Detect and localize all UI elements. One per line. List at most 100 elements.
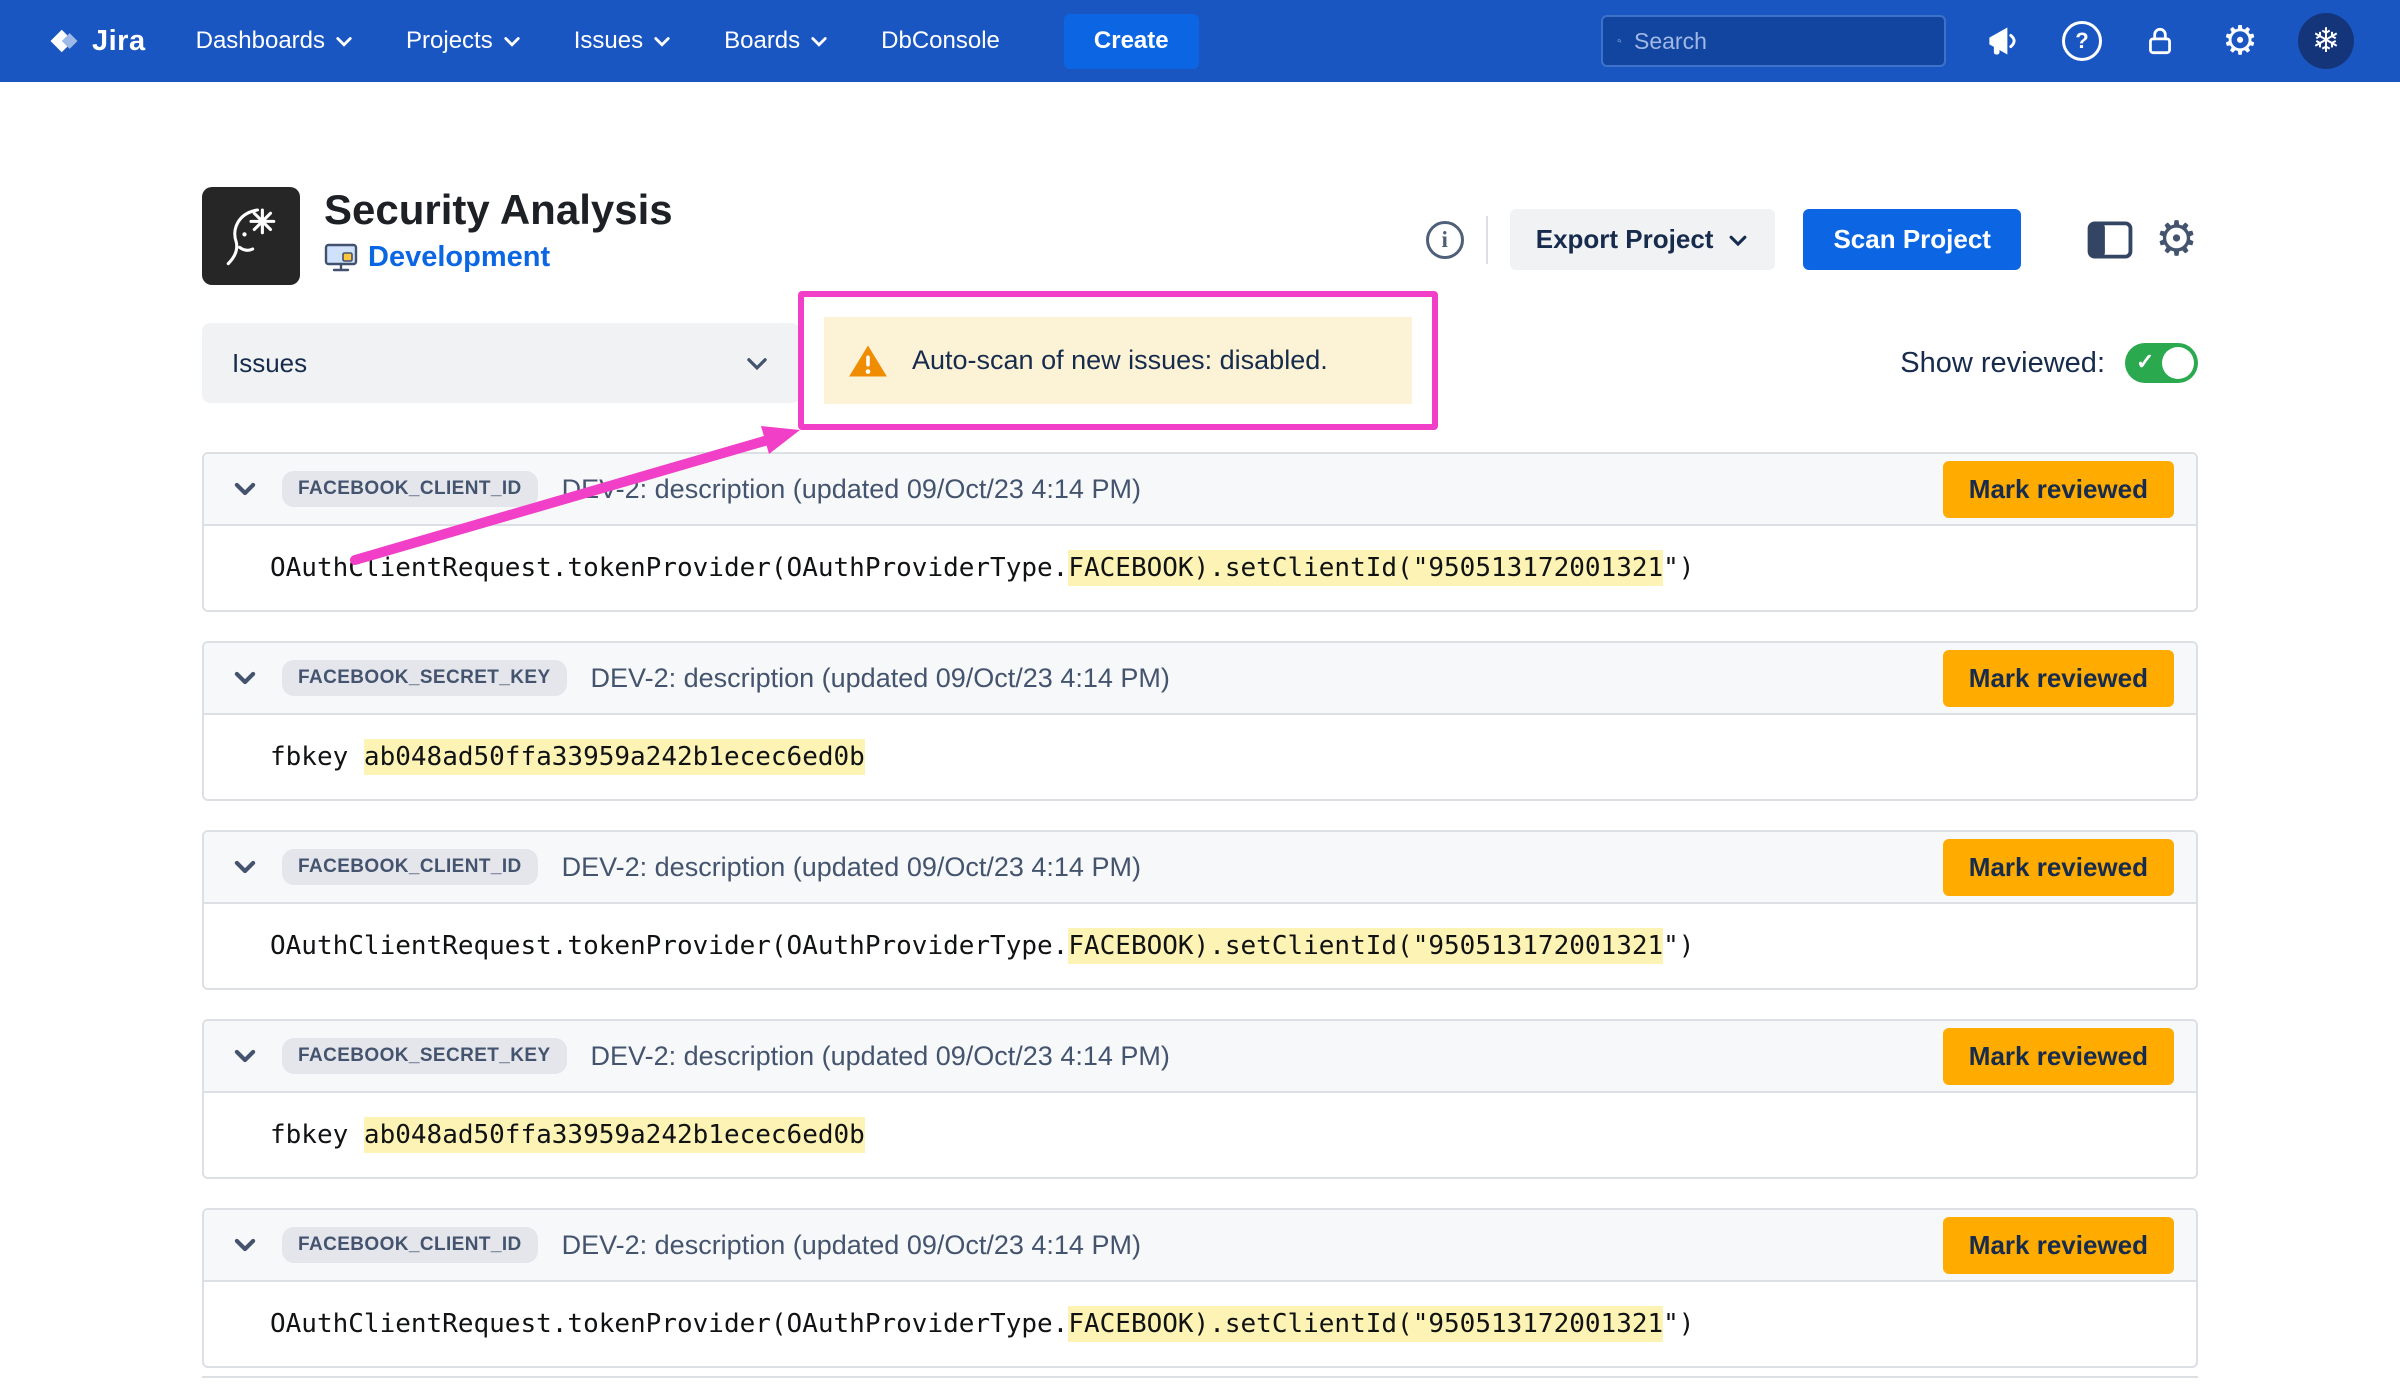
create-button[interactable]: Create bbox=[1064, 14, 1199, 69]
issues-select-value: Issues bbox=[232, 348, 307, 379]
main-menu: Dashboards Projects Issues Boards DbCons… bbox=[196, 27, 1000, 55]
nav-item-dashboards[interactable]: Dashboards bbox=[196, 27, 354, 55]
layout-panel-icon bbox=[2087, 220, 2133, 260]
project-link[interactable]: Development bbox=[368, 241, 550, 274]
issue-card-header: FACEBOOK_CLIENT_ID DEV-2: description (u… bbox=[204, 1210, 2196, 1282]
info-glyph: i bbox=[1442, 227, 1448, 253]
secret-highlight: FACEBOOK).setClientId("950513172001321 bbox=[1068, 1306, 1663, 1342]
announcements-icon[interactable] bbox=[1982, 19, 2026, 63]
search-input[interactable] bbox=[1634, 28, 1930, 55]
collapse-chevron-icon[interactable] bbox=[232, 1043, 258, 1069]
project-header: Security Analysis Development i Export P… bbox=[202, 187, 2198, 285]
issue-card-body: fbkey ab048ad50ffa33959a242b1ecec6ed0b bbox=[204, 715, 2196, 799]
issue-card-body: OAuthClientRequest.tokenProvider(OAuthPr… bbox=[204, 904, 2196, 988]
mark-reviewed-button[interactable]: Mark reviewed bbox=[1943, 1217, 2174, 1274]
collapse-chevron-icon[interactable] bbox=[232, 1232, 258, 1258]
board-settings-gear-icon[interactable]: ⚙ bbox=[2155, 216, 2198, 264]
side-panel-toggle-button[interactable] bbox=[2087, 220, 2133, 260]
issue-card-body: OAuthClientRequest.tokenProvider(OAuthPr… bbox=[204, 526, 2196, 610]
toggle-knob bbox=[2162, 347, 2194, 379]
code-suffix: ") bbox=[1663, 1309, 1694, 1339]
nav-item-label: Projects bbox=[406, 27, 493, 55]
search-box[interactable] bbox=[1601, 15, 1946, 67]
filter-row: Issues Auto-scan of new issues: disabled… bbox=[202, 323, 2198, 403]
issue-list: FACEBOOK_CLIENT_ID DEV-2: description (u… bbox=[202, 452, 2198, 1368]
issue-card-header: FACEBOOK_CLIENT_ID DEV-2: description (u… bbox=[204, 832, 2196, 904]
issue-title: DEV-2: description (updated 09/Oct/23 4:… bbox=[562, 474, 1141, 505]
lock-icon[interactable] bbox=[2138, 19, 2182, 63]
issue-type-badge: FACEBOOK_CLIENT_ID bbox=[282, 849, 538, 885]
collapse-chevron-icon[interactable] bbox=[232, 665, 258, 691]
secret-highlight: ab048ad50ffa33959a242b1ecec6ed0b bbox=[364, 739, 865, 775]
jira-home-link[interactable]: Jira bbox=[46, 23, 146, 59]
annotation-highlight-box: Auto-scan of new issues: disabled. bbox=[798, 291, 1438, 430]
issue-title: DEV-2: description (updated 09/Oct/23 4:… bbox=[591, 1041, 1170, 1072]
nav-item-projects[interactable]: Projects bbox=[406, 27, 522, 55]
question-glyph: ? bbox=[2075, 28, 2088, 54]
top-navigation: Jira Dashboards Projects Issues Boards D… bbox=[0, 0, 2400, 82]
issue-type-badge: FACEBOOK_SECRET_KEY bbox=[282, 1038, 567, 1074]
title-block: Security Analysis Development bbox=[324, 187, 673, 274]
chevron-down-icon bbox=[334, 31, 354, 51]
brand-text: Jira bbox=[92, 25, 146, 58]
secret-highlight: FACEBOOK).setClientId("950513172001321 bbox=[1068, 928, 1663, 964]
code-prefix: OAuthClientRequest.tokenProvider(OAuthPr… bbox=[270, 1309, 1068, 1339]
code-prefix: OAuthClientRequest.tokenProvider(OAuthPr… bbox=[270, 931, 1068, 961]
issue-type-badge: FACEBOOK_CLIENT_ID bbox=[282, 471, 538, 507]
show-reviewed-control: Show reviewed: ✓ bbox=[1900, 343, 2198, 383]
nav-item-dbconsole[interactable]: DbConsole bbox=[881, 27, 1000, 55]
chevron-down-icon bbox=[652, 31, 672, 51]
issue-card: FACEBOOK_CLIENT_ID DEV-2: description (u… bbox=[202, 452, 2198, 612]
help-icon[interactable]: ? bbox=[2062, 21, 2102, 61]
nav-item-label: Dashboards bbox=[196, 27, 325, 55]
warning-icon bbox=[848, 343, 888, 379]
gear-glyph: ⚙ bbox=[2155, 216, 2198, 264]
project-link-row: Development bbox=[324, 241, 673, 274]
divider bbox=[1486, 216, 1488, 264]
nav-item-issues[interactable]: Issues bbox=[574, 27, 672, 55]
secret-code-line: fbkey ab048ad50ffa33959a242b1ecec6ed0b bbox=[270, 1120, 865, 1150]
collapse-chevron-icon[interactable] bbox=[232, 476, 258, 502]
issue-card: FACEBOOK_SECRET_KEY DEV-2: description (… bbox=[202, 1019, 2198, 1179]
show-reviewed-label: Show reviewed: bbox=[1900, 347, 2105, 380]
user-avatar[interactable]: ❄ bbox=[2298, 13, 2354, 69]
code-suffix: ") bbox=[1663, 931, 1694, 961]
collapse-chevron-icon[interactable] bbox=[232, 854, 258, 880]
page: Jira Dashboards Projects Issues Boards D… bbox=[0, 0, 2400, 1394]
project-category-icon bbox=[324, 243, 358, 273]
nav-item-boards[interactable]: Boards bbox=[724, 27, 829, 55]
export-label: Export Project bbox=[1536, 224, 1714, 255]
secret-highlight: ab048ad50ffa33959a242b1ecec6ed0b bbox=[364, 1117, 865, 1153]
issue-card-body: fbkey ab048ad50ffa33959a242b1ecec6ed0b bbox=[204, 1093, 2196, 1177]
page-title: Security Analysis bbox=[324, 187, 673, 233]
issue-card: FACEBOOK_SECRET_KEY DEV-2: description (… bbox=[202, 641, 2198, 801]
mark-reviewed-button[interactable]: Mark reviewed bbox=[1943, 650, 2174, 707]
mark-reviewed-button[interactable]: Mark reviewed bbox=[1943, 1028, 2174, 1085]
secret-code-line: OAuthClientRequest.tokenProvider(OAuthPr… bbox=[270, 553, 1694, 583]
issue-card-header: FACEBOOK_CLIENT_ID DEV-2: description (u… bbox=[204, 454, 2196, 526]
code-suffix: ") bbox=[1663, 553, 1694, 583]
issue-title: DEV-2: description (updated 09/Oct/23 4:… bbox=[591, 663, 1170, 694]
auto-scan-warning-banner: Auto-scan of new issues: disabled. bbox=[824, 317, 1412, 404]
nav-item-label: Boards bbox=[724, 27, 800, 55]
export-project-button[interactable]: Export Project bbox=[1510, 209, 1776, 270]
issues-filter-select[interactable]: Issues bbox=[202, 323, 800, 403]
search-icon bbox=[1617, 28, 1622, 54]
nav-right-controls: ? ⚙ ❄ bbox=[1601, 13, 2354, 69]
mark-reviewed-button[interactable]: Mark reviewed bbox=[1943, 839, 2174, 896]
chevron-down-icon bbox=[744, 350, 770, 376]
warning-text: Auto-scan of new issues: disabled. bbox=[912, 345, 1328, 376]
show-reviewed-toggle[interactable]: ✓ bbox=[2125, 343, 2198, 383]
mark-reviewed-button[interactable]: Mark reviewed bbox=[1943, 461, 2174, 518]
nav-item-label: Issues bbox=[574, 27, 643, 55]
code-prefix: fbkey bbox=[270, 742, 364, 772]
issue-card-header: FACEBOOK_SECRET_KEY DEV-2: description (… bbox=[204, 643, 2196, 715]
settings-gear-icon[interactable]: ⚙ bbox=[2218, 19, 2262, 63]
project-avatar bbox=[202, 187, 300, 285]
main-content: Security Analysis Development i Export P… bbox=[202, 187, 2198, 1378]
scan-project-button[interactable]: Scan Project bbox=[1803, 209, 2021, 270]
info-icon[interactable]: i bbox=[1426, 221, 1464, 259]
issue-card-body: OAuthClientRequest.tokenProvider(OAuthPr… bbox=[204, 1282, 2196, 1366]
code-prefix: fbkey bbox=[270, 1120, 364, 1150]
next-card-top-edge bbox=[202, 1376, 2198, 1378]
